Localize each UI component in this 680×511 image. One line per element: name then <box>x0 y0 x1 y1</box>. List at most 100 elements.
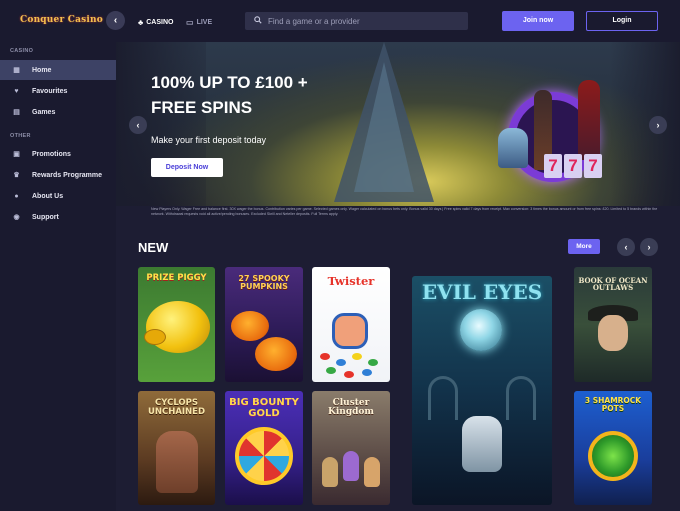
game-tile-shamrock-pots[interactable]: 3 SHAMROCK POTS <box>574 391 652 505</box>
slot-seven: 7 <box>544 154 562 178</box>
game-title: Twister <box>327 274 375 288</box>
top-header: Conquer Casino ‹ ♣ CASINO ▭ LIVE Join no… <box>0 0 680 42</box>
game-tile-cyclops-unchained[interactable]: CYCLOPS UNCHAINED <box>138 391 215 505</box>
slot-seven: 7 <box>584 154 602 178</box>
trophy-icon: ♛ <box>13 172 20 179</box>
mat-spot <box>344 371 354 378</box>
character-art <box>343 451 359 481</box>
mat-spot <box>352 353 362 360</box>
banner-terms: New Players Only. Wager Free and balance… <box>151 207 658 216</box>
game-title: Cluster Kingdom <box>328 398 374 418</box>
logo-text: Conquer Casino <box>20 15 103 25</box>
tab-casino-label: CASINO <box>146 18 174 26</box>
collapse-sidebar-button[interactable]: ‹ <box>106 11 125 30</box>
sidebar-item-favourites[interactable]: ♥ Favourites <box>0 81 116 101</box>
game-title: BIG BOUNTY GOLD <box>229 397 299 419</box>
game-tile-prize-piggy[interactable]: PRIZE PIGGY <box>138 267 215 382</box>
game-title: PRIZE PIGGY <box>146 273 207 283</box>
sidebar-item-label: Games <box>32 108 56 116</box>
pirate-face-art <box>598 315 628 351</box>
banner-next-button[interactable]: › <box>649 116 667 134</box>
tv-icon: ▭ <box>186 17 194 27</box>
game-title: CYCLOPS UNCHAINED <box>147 398 206 417</box>
sidebar-item-label: Favourites <box>32 87 68 95</box>
pumpkin-art <box>231 311 269 341</box>
sidebar-item-games[interactable]: ▤ Games <box>0 102 116 122</box>
sidebar-item-label: Promotions <box>32 150 71 158</box>
sidebar-item-home[interactable]: ▦ Home <box>0 60 116 80</box>
prize-wheel-art <box>235 427 293 485</box>
sidebar-item-rewards-programme[interactable]: ♛ Rewards Programme <box>0 165 116 185</box>
banner-headline-line2: FREE SPINS <box>151 98 253 117</box>
banner-headline: 100% UP TO £100 + FREE SPINS <box>151 70 351 120</box>
sidebar-item-about-us[interactable]: ● About Us <box>0 186 116 206</box>
pumpkin-art <box>255 337 297 371</box>
tab-live[interactable]: ▭ LIVE <box>186 16 212 28</box>
game-title: EVIL EYES <box>421 280 543 304</box>
chevron-left-icon: ‹ <box>136 120 140 130</box>
piggy-snout-art <box>144 329 166 345</box>
sidebar-item-label: Support <box>32 213 59 221</box>
banner-subtext: Make your first deposit today <box>151 135 267 145</box>
antler-art <box>428 376 458 420</box>
game-title: 27 SPOOKY PUMPKINS <box>238 274 290 292</box>
sidebar-item-support[interactable]: ◉ Support <box>0 207 116 227</box>
mat-spot <box>326 367 336 374</box>
game-tile-evil-eyes[interactable]: EVIL EYES <box>412 276 552 505</box>
tab-live-label: LIVE <box>196 18 213 26</box>
game-title: BOOK OF OCEAN OUTLAWS <box>578 276 648 293</box>
game-tile-spooky-pumpkins[interactable]: 27 SPOOKY PUMPKINS <box>225 267 303 382</box>
banner-monolith-glow <box>354 62 414 192</box>
chevron-left-icon: ‹ <box>113 15 118 26</box>
pirate-figure <box>578 80 600 160</box>
sidebar-item-label: Rewards Programme <box>32 171 103 179</box>
game-title: 3 SHAMROCK POTS <box>584 396 642 413</box>
games-icon: ▤ <box>13 109 20 116</box>
search-bar[interactable] <box>245 12 468 30</box>
tab-casino[interactable]: ♣ CASINO <box>138 16 173 28</box>
wolf-figure <box>498 128 528 168</box>
character-art <box>364 457 380 487</box>
sidebar-heading-casino: CASINO <box>10 48 34 54</box>
clover-art <box>588 431 638 481</box>
deposit-now-button[interactable]: Deposit Now <box>151 158 223 177</box>
casino-logo[interactable]: Conquer Casino <box>16 11 103 31</box>
login-button[interactable]: Login <box>586 11 658 31</box>
mat-spot <box>362 369 372 376</box>
game-tile-twister[interactable]: Twister <box>312 267 390 382</box>
sidebar-heading-other: OTHER <box>10 133 31 139</box>
search-input[interactable] <box>268 16 458 26</box>
stag-skull-art <box>462 416 502 472</box>
eye-orb-art <box>460 309 502 351</box>
banner-prev-button[interactable]: ‹ <box>129 116 147 134</box>
section-prev-button[interactable]: ‹ <box>617 238 635 256</box>
search-icon <box>254 16 262 26</box>
sidebar-item-promotions[interactable]: ▣ Promotions <box>0 144 116 164</box>
chevron-left-icon: ‹ <box>624 242 628 252</box>
players-art <box>332 313 368 349</box>
piggy-bank-art <box>146 301 210 353</box>
spade-icon: ♣ <box>138 17 144 27</box>
section-next-button[interactable]: › <box>640 238 658 256</box>
character-art <box>322 457 338 487</box>
banner-headline-line1: 100% UP TO £100 + <box>151 73 308 92</box>
antler-art <box>506 376 536 420</box>
sidebar-item-label: Home <box>32 66 52 74</box>
game-tile-cluster-kingdom[interactable]: Cluster Kingdom <box>312 391 390 505</box>
cyclops-art <box>156 431 198 493</box>
slot-seven: 7 <box>564 154 582 178</box>
game-tile-big-bounty-gold[interactable]: BIG BOUNTY GOLD <box>225 391 303 505</box>
chevron-right-icon: › <box>647 242 651 252</box>
game-tile-book-of-ocean-outlaws[interactable]: BOOK OF OCEAN OUTLAWS <box>574 267 652 382</box>
banner-slot-machine-art: 7 7 7 <box>498 72 626 190</box>
mat-spot <box>320 353 330 360</box>
promo-banner[interactable]: 7 7 7 100% UP TO £100 + FREE SPINS Make … <box>116 42 680 206</box>
more-button[interactable]: More <box>568 239 600 254</box>
section-title-new: NEW <box>138 240 169 255</box>
info-icon: ● <box>14 192 19 200</box>
heart-icon: ♥ <box>14 87 19 95</box>
mat-spot <box>336 359 346 366</box>
chevron-right-icon: › <box>656 120 660 130</box>
join-now-button[interactable]: Join now <box>502 11 574 31</box>
support-icon: ◉ <box>13 214 20 221</box>
